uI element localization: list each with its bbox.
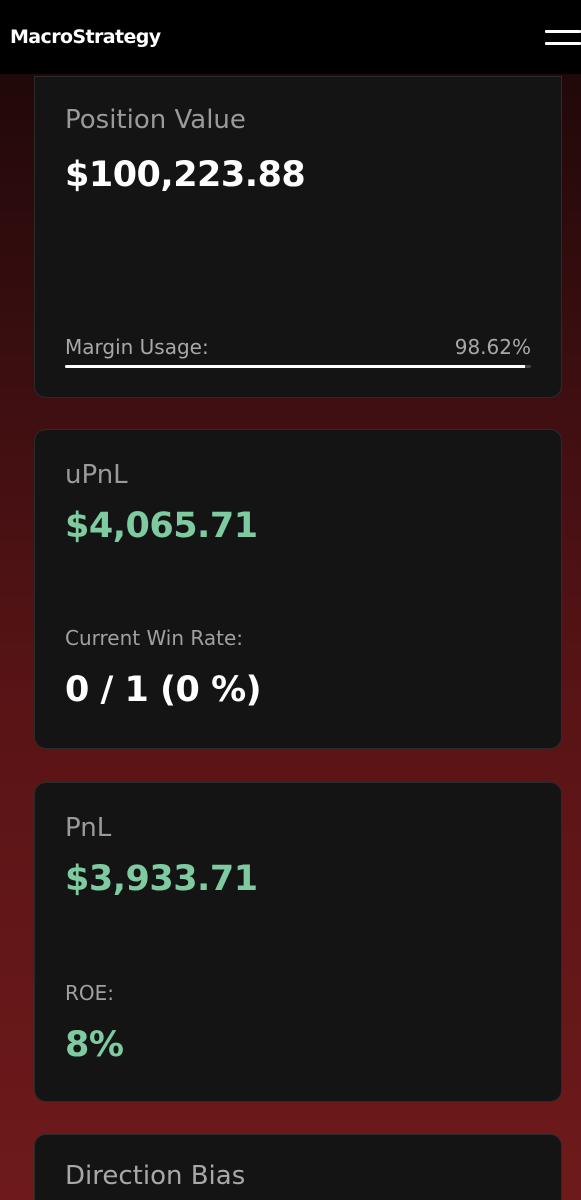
direction-bias-card: Direction Bias [34, 1134, 562, 1200]
upnl-label: uPnL [65, 460, 128, 490]
upnl-amount: $4,065.71 [65, 506, 258, 546]
menu-line [545, 29, 581, 33]
pnl-amount: $3,933.71 [65, 859, 258, 899]
direction-bias-label: Direction Bias [65, 1161, 246, 1191]
roe-label: ROE: [65, 981, 115, 1005]
menu-line [545, 41, 581, 45]
win-rate-value: 0 / 1 (0 %) [65, 670, 262, 710]
pnl-card: PnL $3,933.71 ROE: 8% [34, 782, 562, 1102]
roe-value: 8% [65, 1025, 124, 1065]
margin-usage-value: 98.62% [454, 335, 531, 359]
position-value-label: Position Value [65, 105, 246, 135]
position-value-card: Position Value $100,223.88 Margin Usage:… [34, 76, 562, 398]
win-rate-label: Current Win Rate: [65, 626, 243, 650]
margin-usage-row: Margin Usage: 98.62% [65, 335, 531, 359]
margin-usage-label: Margin Usage: [65, 335, 209, 359]
margin-usage-bar-fill [65, 365, 525, 368]
position-value-amount: $100,223.88 [65, 155, 306, 195]
top-nav-bar: MacroStrategy [0, 0, 581, 74]
pnl-label: PnL [65, 813, 112, 843]
brand-logo[interactable]: MacroStrategy [10, 26, 161, 48]
hamburger-menu-icon[interactable] [541, 17, 581, 57]
upnl-card: uPnL $4,065.71 Current Win Rate: 0 / 1 (… [34, 429, 562, 749]
margin-usage-bar [65, 365, 531, 368]
